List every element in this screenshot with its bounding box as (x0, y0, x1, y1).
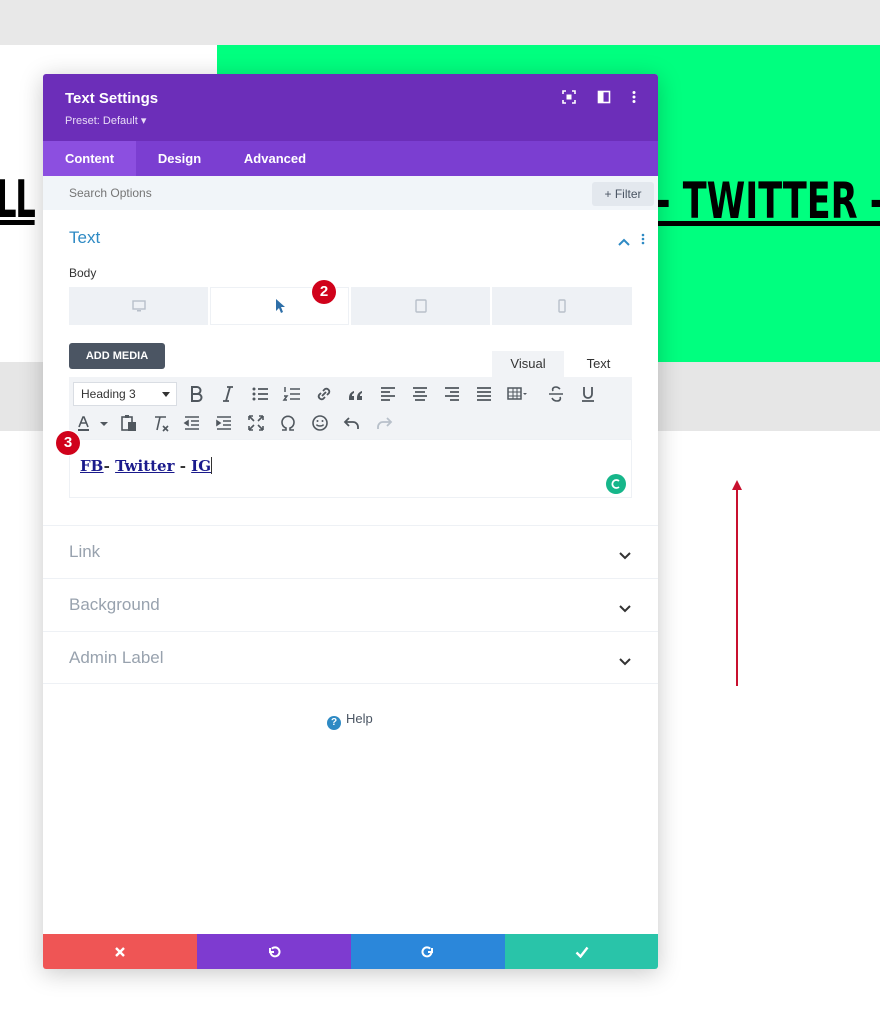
undo-icon (269, 945, 281, 957)
emoji-icon[interactable] (309, 412, 331, 434)
page-top-bar (0, 0, 880, 45)
section-admin-label[interactable]: Admin Label (43, 631, 658, 684)
link-fb[interactable]: FB (80, 457, 104, 475)
filter-button[interactable]: + Filter (592, 182, 654, 206)
text-cursor (211, 457, 212, 474)
cancel-button[interactable] (43, 934, 197, 969)
phone-icon (558, 299, 566, 313)
phone-tab[interactable] (492, 287, 632, 325)
separator: - (103, 457, 116, 475)
text-editor[interactable]: FB- Twitter - IG (69, 439, 632, 498)
more-options-icon[interactable] (627, 90, 641, 104)
modal-header: Text Settings Preset: Default ▾ (43, 74, 658, 141)
chevron-down-icon (619, 653, 631, 671)
responsive-device-tabs (69, 287, 632, 325)
heading-select[interactable]: Heading 3 (73, 382, 177, 406)
redo-icon[interactable] (373, 412, 395, 434)
bulleted-list-icon[interactable] (249, 383, 271, 405)
undo-button[interactable] (197, 934, 351, 969)
tab-design[interactable]: Design (143, 141, 216, 176)
fullscreen-icon[interactable] (245, 412, 267, 434)
outdent-icon[interactable] (181, 412, 203, 434)
undo-icon[interactable] (341, 412, 363, 434)
bold-icon[interactable] (185, 383, 207, 405)
save-button[interactable] (505, 934, 658, 969)
text-color-caret-icon[interactable] (93, 412, 115, 434)
focus-icon[interactable] (562, 90, 576, 104)
indent-icon[interactable] (213, 412, 235, 434)
tab-content[interactable]: Content (43, 141, 136, 176)
step-badge-3: 3 (56, 431, 80, 455)
close-icon (115, 946, 125, 957)
section-link[interactable]: Link (43, 525, 658, 578)
redo-icon (421, 945, 433, 957)
tablet-icon (414, 299, 427, 313)
search-bar: + Filter (43, 176, 658, 210)
desktop-icon (131, 300, 146, 312)
link-twitter[interactable]: Twitter (115, 457, 174, 475)
preset-dropdown[interactable]: Preset: Default ▾ (65, 114, 146, 127)
clear-formatting-icon[interactable] (149, 412, 171, 434)
tab-advanced[interactable]: Advanced (228, 141, 322, 176)
text-settings-modal: Text Settings Preset: Default ▾ Content … (43, 74, 658, 969)
editor-toolbar: Heading 3 (69, 377, 632, 439)
align-right-icon[interactable] (441, 383, 463, 405)
page: LL - TWITTER - Text Settings Preset: Def… (0, 0, 880, 1017)
help-icon: ? (327, 716, 341, 730)
add-media-button[interactable]: ADD MEDIA (69, 343, 165, 369)
help-link[interactable]: ? Help (327, 711, 373, 730)
special-character-icon[interactable] (277, 412, 299, 434)
editor-tab-text[interactable]: Text (565, 351, 632, 377)
search-input[interactable] (69, 176, 469, 210)
editor-tab-visual[interactable]: Visual (492, 351, 564, 377)
align-center-icon[interactable] (409, 383, 431, 405)
chevron-down-icon (619, 547, 631, 565)
hover-cursor-icon (275, 299, 285, 313)
modal-footer (43, 934, 658, 969)
italic-icon[interactable] (217, 383, 239, 405)
grammarly-icon[interactable] (606, 474, 626, 494)
numbered-list-icon[interactable] (281, 383, 303, 405)
desktop-tab[interactable] (69, 287, 208, 325)
link-ig[interactable]: IG (191, 457, 211, 475)
align-left-icon[interactable] (377, 383, 399, 405)
modal-tabs: Content Design Advanced (43, 141, 658, 176)
modal-title: Text Settings (65, 90, 159, 107)
heading-select-value: Heading 3 (81, 387, 136, 401)
chevron-down-icon (619, 600, 631, 618)
separator: - (174, 457, 192, 475)
link-icon[interactable] (313, 383, 335, 405)
help-label: Help (346, 711, 373, 726)
checkmark-icon (575, 946, 588, 958)
align-justify-icon[interactable] (473, 383, 495, 405)
background-heading-left: LL (0, 170, 36, 230)
underline-icon[interactable] (577, 383, 599, 405)
table-icon[interactable] (505, 383, 527, 405)
blockquote-icon[interactable] (345, 383, 367, 405)
tablet-tab[interactable] (351, 287, 490, 325)
paste-text-icon[interactable] (118, 412, 140, 434)
caret-down-icon (162, 392, 170, 397)
section-label: Background (69, 595, 160, 614)
strikethrough-icon[interactable] (545, 383, 567, 405)
red-arrow-line (736, 488, 738, 686)
text-color-icon[interactable] (73, 412, 95, 434)
step-badge-2: 2 (312, 280, 336, 304)
section-title-text[interactable]: Text (69, 228, 100, 248)
background-heading-right: - TWITTER - (656, 172, 880, 230)
chevron-up-icon[interactable] (618, 233, 630, 251)
section-background[interactable]: Background (43, 578, 658, 631)
split-view-icon[interactable] (597, 90, 611, 104)
body-label: Body (69, 266, 97, 280)
editor-content: FB- Twitter - IG (80, 457, 212, 475)
redo-button[interactable] (351, 934, 505, 969)
section-options-icon[interactable] (641, 232, 645, 250)
section-label: Link (69, 542, 101, 561)
section-label: Admin Label (69, 648, 164, 667)
